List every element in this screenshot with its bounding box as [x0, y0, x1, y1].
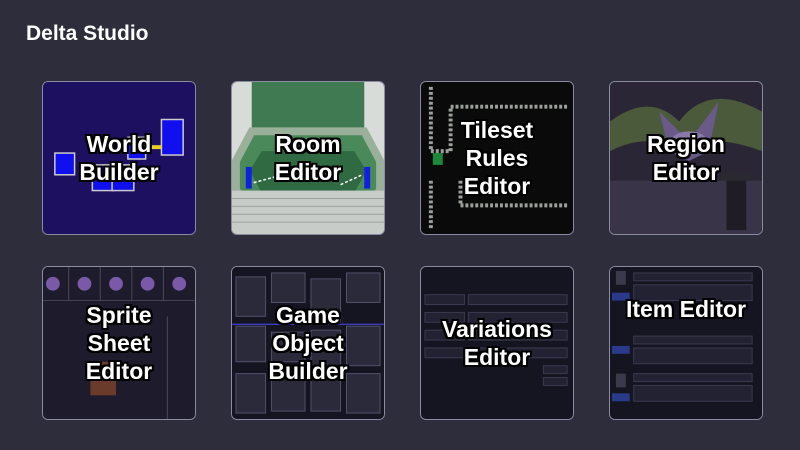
game-object-builder-tile[interactable]: Game Object Builder: [231, 266, 385, 420]
app-title: Delta Studio: [26, 22, 149, 45]
variations-editor-thumbnail: [421, 267, 573, 419]
region-editor-thumbnail: [610, 82, 762, 234]
sprite-sheet-editor-thumbnail: [43, 267, 195, 419]
tileset-rules-editor-thumbnail: [421, 82, 573, 234]
game-object-builder-thumbnail: [232, 267, 384, 419]
tileset-rules-editor-tile[interactable]: Tileset Rules Editor: [420, 81, 574, 235]
room-editor-thumbnail: [232, 82, 384, 234]
item-editor-tile[interactable]: Item Editor: [609, 266, 763, 420]
room-editor-tile[interactable]: Room Editor: [231, 81, 385, 235]
world-builder-thumbnail: [43, 82, 195, 234]
region-editor-tile[interactable]: Region Editor: [609, 81, 763, 235]
item-editor-thumbnail: [610, 267, 762, 419]
sprite-sheet-editor-tile[interactable]: Sprite Sheet Editor: [42, 266, 196, 420]
world-builder-tile[interactable]: World Builder: [42, 81, 196, 235]
variations-editor-tile[interactable]: Variations Editor: [420, 266, 574, 420]
